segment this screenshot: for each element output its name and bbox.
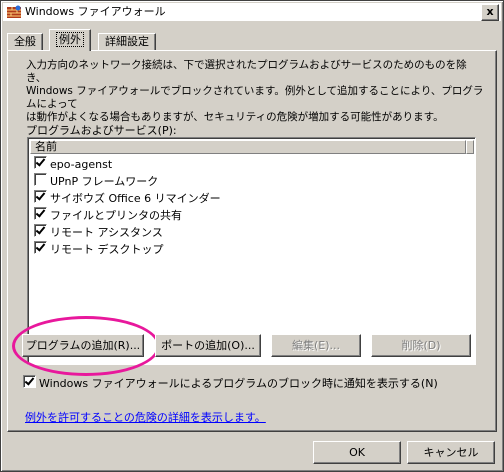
tab-general-label: 全般 — [14, 35, 36, 48]
notify-option[interactable]: Windows ファイアウォールによるプログラムのブロック時に通知を表示する(N… — [23, 375, 438, 391]
tab-advanced-label: 詳細設定 — [105, 35, 149, 48]
program-item-label: UPnP フレームワーク — [50, 175, 159, 188]
program-item-label: リモート デスクトップ — [50, 243, 164, 256]
checkbox[interactable] — [34, 241, 47, 254]
checkbox[interactable] — [34, 173, 47, 186]
column-header-name[interactable]: 名前 — [30, 140, 466, 154]
ok-button[interactable]: OK — [313, 441, 401, 464]
firewall-dialog: Windows ファイアウォール x 全般 例外 詳細設定 入力方向のネットワー… — [0, 0, 504, 472]
description-text: 入力方向のネットワーク接続は、下で選択されたプログラムおよびサービスのためのもの… — [26, 59, 484, 123]
program-item[interactable]: リモート デスクトップ — [34, 241, 164, 257]
checkbox[interactable] — [34, 156, 47, 169]
program-item[interactable]: サイボウズ Office 6 リマインダー — [34, 190, 221, 206]
delete-button[interactable]: 削除(D) — [371, 334, 471, 357]
programs-list-label: プログラムおよびサービス(P): — [26, 124, 177, 137]
close-button[interactable]: x — [481, 4, 499, 21]
program-item[interactable]: リモート アシスタンス — [34, 224, 163, 240]
program-item-label: サイボウズ Office 6 リマインダー — [50, 192, 221, 205]
checkbox[interactable] — [34, 190, 47, 203]
tab-exceptions-label: 例外 — [56, 32, 84, 47]
program-item[interactable]: ファイルとプリンタの共有 — [34, 207, 182, 223]
column-header-extra[interactable] — [466, 140, 474, 154]
program-item-label: リモート アシスタンス — [50, 226, 163, 239]
add-program-button[interactable]: プログラムの追加(R)... — [22, 334, 144, 357]
close-icon: x — [486, 5, 494, 18]
program-item[interactable]: epo-agenst — [34, 156, 112, 172]
program-item[interactable]: UPnP フレームワーク — [34, 173, 158, 189]
risk-details-link[interactable]: 例外を許可することの危険の詳細を表示します。 — [25, 409, 266, 425]
checkbox[interactable] — [34, 224, 47, 237]
title-bar: Windows ファイアウォール x — [3, 3, 501, 21]
tab-strip: 全般 例外 詳細設定 — [7, 29, 497, 51]
tab-exceptions[interactable]: 例外 — [49, 29, 91, 51]
list-header: 名前 — [30, 140, 474, 154]
tab-general[interactable]: 全般 — [7, 33, 43, 50]
add-port-button[interactable]: ポートの追加(O)... — [155, 334, 261, 357]
tab-advanced[interactable]: 詳細設定 — [98, 33, 156, 50]
notify-checkbox[interactable] — [23, 375, 36, 388]
program-item-label: ファイルとプリンタの共有 — [50, 209, 182, 222]
program-item-label: epo-agenst — [50, 158, 113, 171]
cancel-button[interactable]: キャンセル — [407, 441, 495, 464]
firewall-icon — [7, 5, 21, 18]
window-title: Windows ファイアウォール — [25, 5, 166, 18]
checkbox[interactable] — [34, 207, 47, 220]
edit-button[interactable]: 編集(E)... — [271, 334, 361, 357]
notify-label: Windows ファイアウォールによるプログラムのブロック時に通知を表示する(N… — [39, 377, 438, 390]
